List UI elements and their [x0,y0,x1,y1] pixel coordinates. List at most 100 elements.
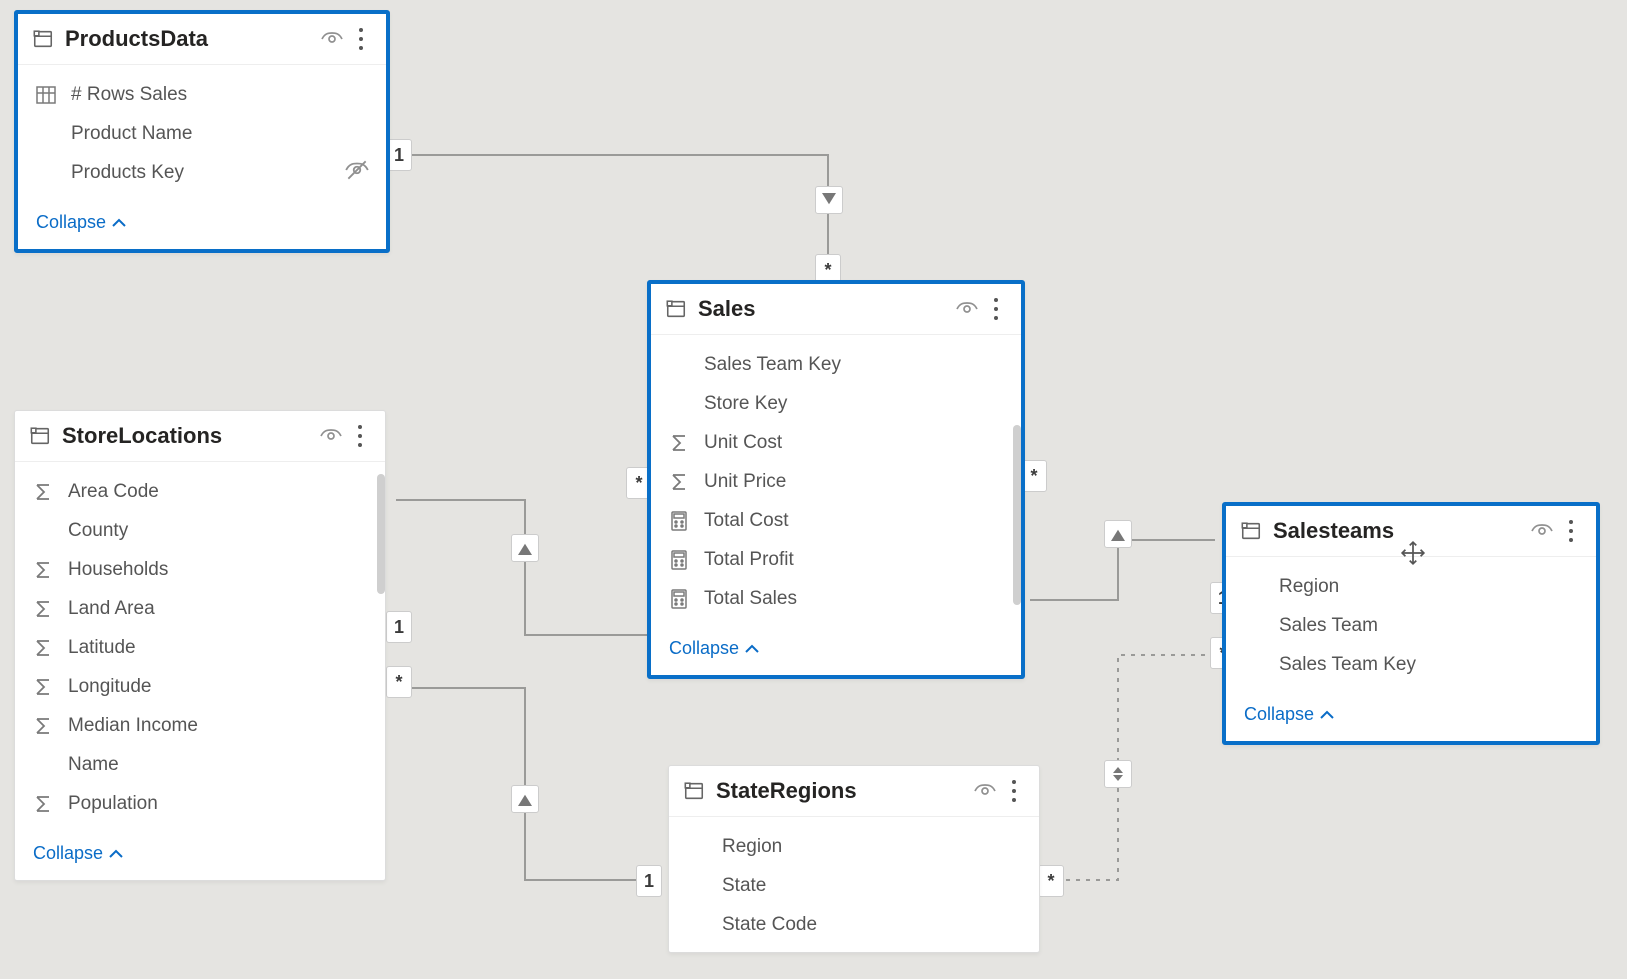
move-cursor-icon [1400,540,1426,571]
table-icon [1240,520,1262,542]
field-st-salesteam[interactable]: Sales Team [1242,606,1580,645]
field-product-name[interactable]: Product Name [34,114,370,153]
field-label: County [68,520,128,542]
table-stateregions[interactable]: StateRegions Region State State Code [668,765,1040,953]
field-state[interactable]: State [685,866,1023,905]
field-store-key[interactable]: Store Key [667,384,997,423]
collapse-toggle[interactable]: Collapse [36,212,126,233]
field-label: Sales Team Key [1279,654,1416,676]
field-land-area[interactable]: Land Area [31,589,361,628]
field-area-code[interactable]: Area Code [31,472,361,511]
field-total-cost[interactable]: Total Cost [667,501,997,540]
table-menu-icon[interactable] [349,421,371,451]
table-header-stateregions[interactable]: StateRegions [669,766,1039,817]
hidden-icon[interactable] [344,157,370,189]
field-label: Unit Cost [704,432,782,454]
table-menu-icon[interactable] [985,294,1007,324]
field-unit-cost[interactable]: Unit Cost [667,423,997,462]
sigma-icon [31,636,55,660]
table-icon [683,780,705,802]
field-median-income[interactable]: Median Income [31,706,361,745]
visibility-icon[interactable] [319,424,343,448]
table-title: Sales [698,296,756,322]
table-title: StoreLocations [62,423,222,449]
chevron-up-icon [745,638,759,659]
visibility-icon[interactable] [320,27,344,51]
table-header-productsdata[interactable]: ProductsData [18,14,386,65]
table-icon [32,28,54,50]
field-longitude[interactable]: Longitude [31,667,361,706]
table-header-storelocations[interactable]: StoreLocations [15,411,385,462]
scrollbar[interactable] [377,474,385,594]
field-name[interactable]: Name [31,745,361,784]
field-label: Region [722,836,782,858]
table-icon [665,298,687,320]
field-population[interactable]: Population [31,784,361,823]
filter-arrow-storeloc-stateregions [511,785,539,813]
filter-arrow-storeloc-sales [511,534,539,562]
field-label: Longitude [68,676,151,698]
table-title: Salesteams [1273,518,1394,544]
table-salesteams[interactable]: Salesteams Region Sales Team Sales Team … [1222,502,1600,745]
field-label: Median Income [68,715,198,737]
field-label: State [722,875,766,897]
table-title: ProductsData [65,26,208,52]
table-icon [29,425,51,447]
field-label: Region [1279,576,1339,598]
table-menu-icon[interactable] [1003,776,1025,806]
table-menu-icon[interactable] [1560,516,1582,546]
table-productsdata[interactable]: ProductsData # Rows Sales Product Name P… [14,10,390,253]
field-label: Land Area [68,598,155,620]
filter-arrow-salesteams-stateregions [1104,760,1132,788]
field-label: Total Cost [704,510,788,532]
field-label: Total Sales [704,588,797,610]
chevron-up-icon [109,843,123,864]
sigma-icon [31,714,55,738]
field-label: Unit Price [704,471,786,493]
visibility-icon[interactable] [973,779,997,803]
collapse-toggle[interactable]: Collapse [1244,704,1334,725]
field-unit-price[interactable]: Unit Price [667,462,997,501]
visibility-icon[interactable] [1530,519,1554,543]
model-canvas[interactable]: 1 * 1 * * 1 1 * * * ProductsData # Rows … [0,0,1627,979]
field-label: Product Name [71,123,192,145]
sigma-icon [31,558,55,582]
field-total-sales[interactable]: Total Sales [667,579,997,618]
collapse-toggle[interactable]: Collapse [33,843,123,864]
table-storelocations[interactable]: StoreLocations Area Code County Househol… [14,410,386,881]
collapse-toggle[interactable]: Collapse [669,638,759,659]
field-households[interactable]: Households [31,550,361,589]
field-latitude[interactable]: Latitude [31,628,361,667]
calculator-icon [667,509,691,533]
sigma-icon [31,597,55,621]
field-region[interactable]: Region [685,827,1023,866]
field-products-key[interactable]: Products Key [34,153,370,192]
table-sales[interactable]: Sales Sales Team Key Store Key Unit Cost… [647,280,1025,679]
field-label: # Rows Sales [71,84,187,106]
field-label: Total Profit [704,549,794,571]
field-label: Latitude [68,637,136,659]
sigma-icon [667,431,691,455]
filter-arrow-products-sales [815,186,843,214]
field-state-code[interactable]: State Code [685,905,1023,944]
field-label: Area Code [68,481,159,503]
sigma-icon [31,792,55,816]
visibility-icon[interactable] [955,297,979,321]
chevron-up-icon [112,212,126,233]
table-menu-icon[interactable] [350,24,372,54]
cardinality-storeloc-star: * [386,666,412,698]
field-sales-team-key[interactable]: Sales Team Key [667,345,997,384]
cardinality-storeloc-1-a: 1 [386,611,412,643]
scrollbar[interactable] [1013,425,1021,605]
field-label: Sales Team Key [704,354,841,376]
calculator-icon [667,587,691,611]
field-label: Store Key [704,393,787,415]
measure-table-icon [34,83,58,107]
table-header-sales[interactable]: Sales [651,284,1021,335]
field-rows-sales[interactable]: # Rows Sales [34,75,370,114]
field-total-profit[interactable]: Total Profit [667,540,997,579]
sigma-icon [31,480,55,504]
field-st-salesteamkey[interactable]: Sales Team Key [1242,645,1580,684]
field-st-region[interactable]: Region [1242,567,1580,606]
field-county[interactable]: County [31,511,361,550]
